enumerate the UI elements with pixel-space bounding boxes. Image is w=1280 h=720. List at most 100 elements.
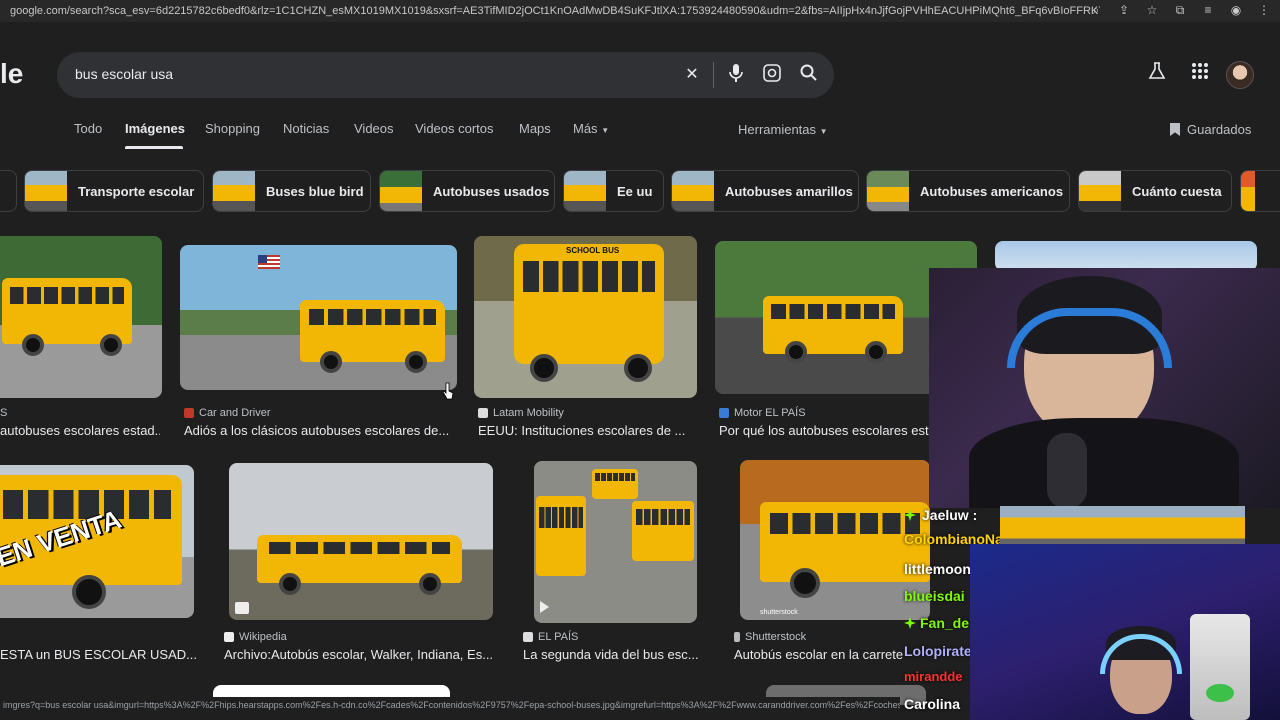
- microphone-icon[interactable]: [725, 64, 747, 86]
- chip-transporte-escolar[interactable]: Transporte escolar: [24, 170, 204, 212]
- search-box[interactable]: bus escolar usa ✕: [57, 52, 834, 98]
- extensions-icon[interactable]: ⧉: [1172, 2, 1188, 18]
- lens-icon[interactable]: [761, 64, 783, 86]
- chat-user: Carolina: [904, 696, 961, 712]
- chip-partial[interactable]: [0, 170, 17, 212]
- result-source-6[interactable]: Wikipedia: [224, 631, 287, 643]
- wheel: [405, 351, 427, 373]
- google-logo[interactable]: le: [0, 58, 23, 90]
- chat-user: mirandde: [904, 669, 963, 684]
- tab-shopping[interactable]: Shopping: [205, 121, 260, 136]
- result-image-5[interactable]: [995, 241, 1257, 271]
- result-source-7[interactable]: EL PAÍS: [523, 631, 578, 643]
- webcam-overlay: [929, 268, 1280, 508]
- result-source-8[interactable]: Shutterstock: [734, 631, 806, 643]
- chip-cuanto-cuesta[interactable]: Cuánto cuesta: [1078, 170, 1232, 212]
- result-caption-1[interactable]: autobuses escolares estad...: [0, 423, 160, 438]
- tab-noticias[interactable]: Noticias: [283, 121, 329, 136]
- reading-list-icon[interactable]: ≡: [1200, 2, 1216, 18]
- chip-thumbnail: [25, 171, 67, 211]
- bus-shape: [592, 469, 638, 499]
- chip-buses-blue-bird[interactable]: Buses blue bird: [212, 170, 371, 212]
- caret-down-icon: ▼: [601, 126, 610, 135]
- chip-label: Autobuses amarillos: [725, 183, 853, 199]
- more-menu-icon[interactable]: ⋮: [1256, 2, 1272, 18]
- school-bus-label: SCHOOL BUS: [566, 246, 620, 255]
- chip-ee-uu[interactable]: Ee uu: [563, 170, 664, 212]
- browser-address-bar[interactable]: google.com/search?sca_esv=6d2215782c6bed…: [0, 0, 1280, 22]
- chip-autobuses-usados[interactable]: Autobuses usados: [379, 170, 555, 212]
- chip-label: Ee uu: [617, 183, 653, 199]
- chip-label: Buses blue bird: [266, 183, 364, 199]
- saved-button[interactable]: Guardados: [1170, 122, 1251, 137]
- car-and-driver-favicon: [184, 408, 194, 418]
- bookmark-star-icon[interactable]: ☆: [1144, 2, 1160, 18]
- video-play-icon: [235, 602, 249, 614]
- video-play-icon: [540, 601, 549, 613]
- search-input[interactable]: bus escolar usa: [75, 66, 173, 82]
- result-caption-4[interactable]: Por qué los autobuses escolares est: [719, 423, 929, 438]
- result-caption-2[interactable]: Adiós a los clásicos autobuses escolares…: [184, 423, 459, 438]
- result-caption-8[interactable]: Autobús escolar en la carrete: [734, 647, 904, 662]
- result-source-1[interactable]: S: [0, 407, 7, 419]
- chip-partial-right[interactable]: [1240, 170, 1280, 212]
- clear-icon[interactable]: ✕: [681, 64, 703, 86]
- result-caption-6[interactable]: Archivo:Autobús escolar, Walker, Indiana…: [224, 647, 499, 662]
- profile-icon[interactable]: ◉: [1228, 2, 1244, 18]
- source-label: EL PAÍS: [538, 631, 579, 643]
- chip-autobuses-americanos[interactable]: Autobuses americanos: [866, 170, 1070, 212]
- saved-label: Guardados: [1187, 122, 1252, 137]
- wheel: [72, 575, 106, 609]
- tab-todo[interactable]: Todo: [74, 121, 102, 136]
- account-avatar[interactable]: [1226, 61, 1254, 89]
- chip-autobuses-amarillos[interactable]: Autobuses amarillos: [671, 170, 859, 212]
- wheel: [865, 341, 887, 363]
- result-source-4[interactable]: Motor EL PAÍS: [719, 407, 806, 419]
- chip-thumbnail: [564, 171, 606, 211]
- chip-label: Transporte escolar: [78, 183, 195, 199]
- result-caption-3[interactable]: EEUU: Instituciones escolares de ...: [478, 423, 700, 438]
- wheel: [22, 334, 44, 356]
- tab-maps[interactable]: Maps: [519, 121, 551, 136]
- tab-videos-cortos[interactable]: Videos cortos: [415, 121, 494, 136]
- streamer-body: [969, 418, 1239, 508]
- tab-imagenes[interactable]: Imágenes: [125, 121, 185, 136]
- result-image-8[interactable]: [534, 461, 697, 623]
- caret-down-icon: ▼: [819, 127, 828, 136]
- result-caption-5[interactable]: ESTA un BUS ESCOLAR USAD...: [0, 647, 196, 662]
- result-image-7[interactable]: [229, 463, 493, 620]
- chip-thumbnail: [380, 171, 422, 211]
- bookmark-icon: [1170, 123, 1180, 136]
- plant-emote: [1206, 684, 1234, 702]
- zoom-icon[interactable]: ⌕: [1088, 2, 1104, 18]
- chip-thumbnail: [1241, 171, 1255, 211]
- result-source-2[interactable]: Car and Driver: [184, 407, 271, 419]
- result-image-1[interactable]: [0, 236, 162, 398]
- result-caption-7[interactable]: La segunda vida del bus esc...: [523, 647, 703, 662]
- wheel: [624, 354, 652, 382]
- apps-grid-icon[interactable]: [1188, 62, 1212, 86]
- tab-videos[interactable]: Videos: [354, 121, 394, 136]
- search-icon[interactable]: [797, 64, 819, 86]
- source-label: Latam Mobility: [493, 407, 564, 419]
- result-source-3[interactable]: Latam Mobility: [478, 407, 564, 419]
- tab-mas[interactable]: Más ▼: [573, 121, 609, 136]
- shutterstock-watermark: shutterstock: [760, 609, 798, 616]
- microphone-graphic: [1047, 433, 1087, 508]
- result-image-6[interactable]: EN VENTA: [0, 465, 194, 618]
- stream-chat: Jaeluw : ColombianoNacionalista littlemo…: [900, 505, 1067, 720]
- share-icon[interactable]: ⇪: [1116, 2, 1132, 18]
- url-text[interactable]: google.com/search?sca_esv=6d2215782c6bed…: [0, 5, 1100, 17]
- chat-user: Jaeluw :: [922, 507, 977, 523]
- chat-user: Lolopirate: [904, 643, 972, 659]
- wheel: [785, 341, 807, 363]
- webcam-overlay-2: [970, 544, 1280, 720]
- labs-icon[interactable]: [1145, 62, 1169, 86]
- chip-thumbnail: [1079, 171, 1121, 211]
- chip-thumbnail: [213, 171, 255, 211]
- tools-button[interactable]: Herramientas ▼: [738, 122, 828, 137]
- tools-label: Herramientas: [738, 122, 817, 137]
- result-image-3[interactable]: SCHOOL BUS: [474, 236, 697, 398]
- browser-toolbar: ⌕ ⇪ ☆ ⧉ ≡ ◉ ⋮: [1088, 2, 1272, 18]
- result-image-2[interactable]: [180, 245, 457, 390]
